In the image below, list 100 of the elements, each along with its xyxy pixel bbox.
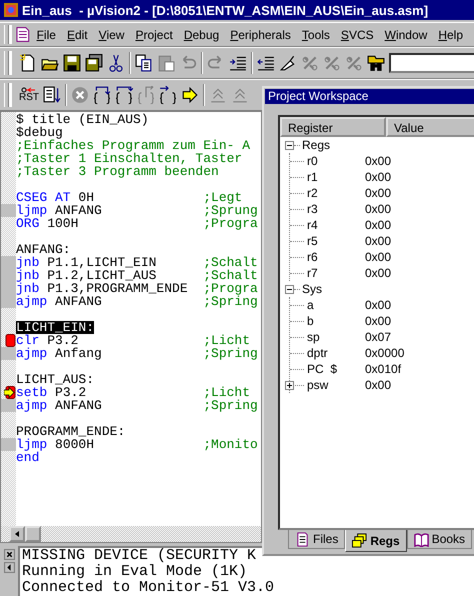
register-value: 0x00 (365, 154, 392, 168)
register-name[interactable]: b (307, 314, 365, 328)
register-name[interactable]: r5 (307, 234, 365, 248)
code-keyword: jnb (16, 256, 40, 269)
code-keyword: ajmp (16, 295, 48, 308)
reset-icon (21, 87, 37, 93)
column-header[interactable]: Value (386, 117, 474, 137)
arrow-icon[interactable] (181, 86, 199, 104)
workspace-tab[interactable]: Books (406, 530, 472, 549)
toolbar-grip[interactable] (4, 25, 9, 44)
save-all-icon[interactable] (85, 54, 103, 72)
register-name[interactable]: r1 (307, 170, 365, 184)
register-name[interactable]: r4 (307, 218, 365, 232)
pen-icon[interactable] (279, 54, 297, 72)
menu-item[interactable]: Tools (302, 28, 330, 42)
find-icon[interactable] (367, 54, 385, 72)
menu-item[interactable]: Edit (66, 28, 88, 42)
register-value: 0x00 (365, 186, 392, 200)
code-line: $debug (16, 126, 63, 139)
toolbar-grip[interactable] (4, 51, 9, 75)
code-comment: ;Schalt (203, 269, 258, 282)
expand-icon[interactable] (285, 380, 294, 390)
code-keyword: end (16, 451, 40, 464)
register-name[interactable]: r6 (307, 250, 365, 264)
output-line: MISSING DEVICE (SECURITY K (22, 548, 258, 564)
tree-item[interactable]: Sys (302, 282, 322, 296)
menu-item[interactable]: File (36, 28, 56, 42)
code-comment: ;Licht (203, 386, 250, 399)
step-list-icon[interactable] (43, 86, 61, 104)
new-file-icon[interactable] (19, 54, 37, 72)
run-to-cursor-icon[interactable] (159, 86, 177, 104)
code-operand: 8000H (55, 438, 94, 451)
code-comment: ;Spring (203, 399, 258, 412)
document-icon[interactable] (14, 26, 31, 43)
register-value: 0x07 (365, 330, 392, 344)
register-name[interactable]: psw (307, 378, 365, 392)
indent-icon[interactable] (229, 54, 247, 72)
horizontal-scrollbar[interactable] (1, 526, 261, 542)
code-comment: ;Licht (203, 334, 250, 347)
register-name[interactable]: dptr (307, 346, 365, 360)
menu-item[interactable]: Debug (184, 28, 220, 42)
code-comment: ;Spring (203, 347, 258, 360)
code-label: ANFANG: (16, 243, 71, 256)
register-value: 0x010f (365, 362, 402, 376)
code-label: LICHT_EIN: (16, 321, 94, 334)
page-icon (295, 532, 310, 546)
find-field[interactable] (389, 53, 474, 73)
code-keyword: jnb (16, 269, 40, 282)
code-label: PROGRAMM_ENDE: (16, 425, 126, 438)
scroll-thumb[interactable] (25, 526, 41, 542)
register-name[interactable]: r2 (307, 186, 365, 200)
code-operand: P3.2 (55, 386, 86, 399)
menu-item[interactable]: Help (438, 28, 463, 42)
register-name[interactable]: r0 (307, 154, 365, 168)
code-comment: ;Monito (203, 438, 258, 451)
workspace-tab[interactable]: Regs (345, 530, 407, 552)
step-into-icon[interactable] (93, 86, 111, 104)
code-comment: ;Legt (203, 191, 242, 204)
register-value: 0x00 (365, 218, 392, 232)
code-keyword: CSEG AT (16, 191, 71, 204)
menu-item[interactable]: Peripherals (230, 28, 291, 42)
register-name[interactable]: r3 (307, 202, 365, 216)
copy-icon[interactable] (135, 54, 153, 72)
collapse-icon[interactable] (285, 284, 294, 294)
cut-icon[interactable] (107, 54, 125, 72)
register-name[interactable]: a (307, 298, 365, 312)
menu-item[interactable]: Project (135, 28, 173, 42)
code-comment: ;Progra (203, 282, 258, 295)
menu-item[interactable]: Window (384, 28, 428, 42)
breakpoint-icon[interactable] (4, 334, 16, 347)
app-icon (3, 2, 19, 18)
code-operand: ANFANG (55, 204, 102, 217)
code-keyword: ljmp (16, 204, 48, 217)
register-name[interactable]: PC $ (307, 362, 365, 376)
code-operand: 100H (47, 217, 78, 230)
workspace-tab[interactable]: Files (288, 530, 346, 549)
register-name[interactable]: r7 (307, 266, 365, 280)
window-title: Ein_aus - µVision2 - [D:\8051\ENTW_ASM\EIN_AUS\Ein_aus.asm] (22, 2, 428, 18)
scroll-left-icon[interactable] (13, 530, 21, 538)
code-comment: ;Progra (203, 217, 258, 230)
breakpoint-arrow-icon[interactable] (4, 386, 16, 399)
outdent-icon[interactable] (257, 54, 275, 72)
collapse-icon[interactable] (285, 140, 294, 150)
scroll-left-icon[interactable] (4, 562, 14, 573)
reset-button[interactable]: RST (19, 87, 39, 103)
menu-item[interactable]: SVCS (340, 28, 374, 42)
register-value: 0x00 (365, 234, 392, 248)
code-comment: ;Taster 3 Programm beenden (16, 165, 219, 178)
toolbar-grip[interactable] (4, 83, 9, 107)
code-comment: ;Einfaches Programm zum Ein- A (16, 139, 250, 152)
step-over-icon[interactable] (115, 86, 133, 104)
code-operand: P1.3,PROGRAMM_ENDE (47, 282, 188, 295)
code-operand: P1.1,LICHT_EIN (47, 256, 156, 269)
column-header[interactable]: Register (280, 117, 386, 137)
menu-item[interactable]: View (98, 28, 124, 42)
tree-item[interactable]: Regs (302, 138, 330, 152)
folders-icon (352, 533, 368, 548)
close-icon[interactable] (4, 549, 14, 560)
register-name[interactable]: sp (307, 330, 365, 344)
save-icon[interactable] (63, 54, 81, 72)
